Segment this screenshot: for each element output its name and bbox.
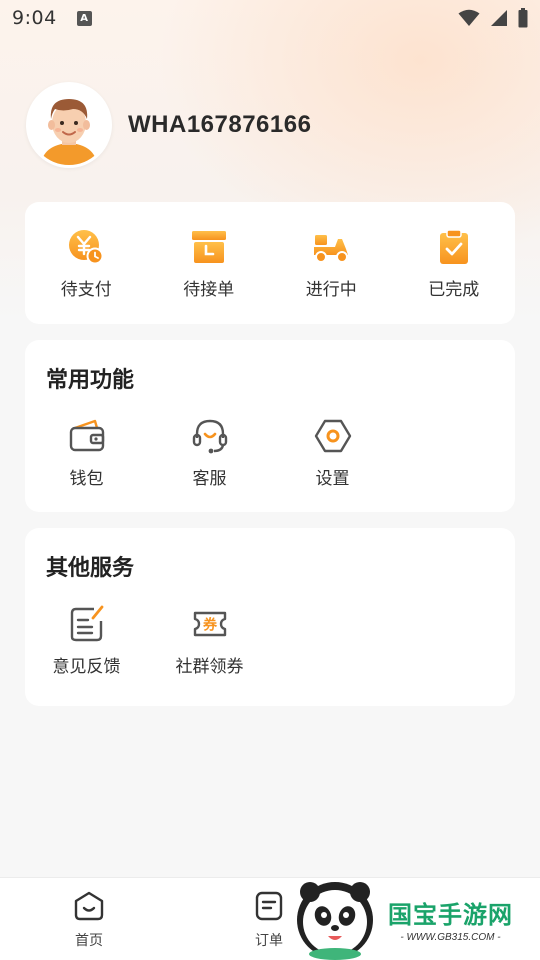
profile-header[interactable]: WHA167876166 <box>26 82 311 168</box>
grid-item-label: 意见反馈 <box>52 657 121 677</box>
watermark-title: 国宝手游网 <box>388 901 513 929</box>
common-functions-grid: 钱包 客服 设置 <box>25 394 515 489</box>
section-title: 常用功能 <box>46 368 135 393</box>
order-in-progress[interactable]: 进行中 <box>270 202 393 324</box>
order-list-icon <box>255 891 283 921</box>
order-awaiting-acceptance[interactable]: 待接单 <box>148 202 271 324</box>
grid-item-label: 钱包 <box>69 469 104 489</box>
common-functions-card: 常用功能 钱包 客服 设置 <box>25 340 515 512</box>
avatar-illustration-icon <box>29 85 109 165</box>
settings-entry[interactable]: 设置 <box>271 416 394 489</box>
grid-item-label: 设置 <box>315 469 350 489</box>
order-item-label: 进行中 <box>305 279 357 300</box>
other-services-card: 其他服务 意见反馈 券 社群领券 <box>25 528 515 706</box>
archive-box-icon <box>191 230 226 263</box>
order-item-label: 待接单 <box>183 279 235 300</box>
wifi-icon <box>458 9 480 26</box>
status-time: 9:04 <box>12 7 57 29</box>
feedback-entry[interactable]: 意见反馈 <box>25 604 148 677</box>
delivery-scooter-icon <box>314 234 349 263</box>
username: WHA167876166 <box>128 111 312 138</box>
order-completed[interactable]: 已完成 <box>393 202 516 324</box>
other-services-grid: 意见反馈 券 社群领券 <box>25 582 515 677</box>
feedback-note-icon <box>70 605 103 642</box>
wallet-icon <box>69 419 104 452</box>
site-watermark: 国宝手游网 - WWW.GB315.COM - <box>290 878 540 960</box>
order-item-label: 待支付 <box>60 279 112 300</box>
clipboard-check-icon <box>439 228 468 264</box>
customer-service-entry[interactable]: 客服 <box>148 416 271 489</box>
settings-hexagon-icon <box>314 419 351 453</box>
avatar[interactable] <box>26 82 112 168</box>
panda-logo-icon <box>297 882 373 960</box>
tab-label: 订单 <box>255 933 283 949</box>
tab-home[interactable]: 首页 <box>29 878 149 960</box>
watermark-text: 国宝手游网 - WWW.GB315.COM - <box>388 895 513 943</box>
order-pending-payment[interactable]: 待支付 <box>25 202 148 324</box>
grid-item-label: 社群领券 <box>175 657 244 677</box>
grid-item-label: 客服 <box>192 469 227 489</box>
home-smile-icon <box>74 891 104 921</box>
order-status-card: 待支付 待接单 进行中 已完成 <box>25 202 515 324</box>
order-item-label: 已完成 <box>428 279 480 300</box>
coupon-icon: 券 <box>193 611 226 637</box>
community-coupon-entry[interactable]: 券 社群领券 <box>148 604 271 677</box>
coupon-icon-text: 券 <box>203 617 218 634</box>
headset-icon <box>192 419 227 454</box>
status-indicators <box>458 8 528 28</box>
watermark-subtitle: - WWW.GB315.COM - <box>400 932 501 943</box>
yuan-clock-icon <box>69 229 104 264</box>
cellular-signal-icon <box>491 10 507 26</box>
battery-icon <box>518 8 528 28</box>
status-bar: 9:04 A <box>0 0 540 36</box>
section-title: 其他服务 <box>46 556 135 581</box>
tab-label: 首页 <box>75 933 103 949</box>
notification-icon: A <box>76 10 92 26</box>
wallet-entry[interactable]: 钱包 <box>25 416 148 489</box>
